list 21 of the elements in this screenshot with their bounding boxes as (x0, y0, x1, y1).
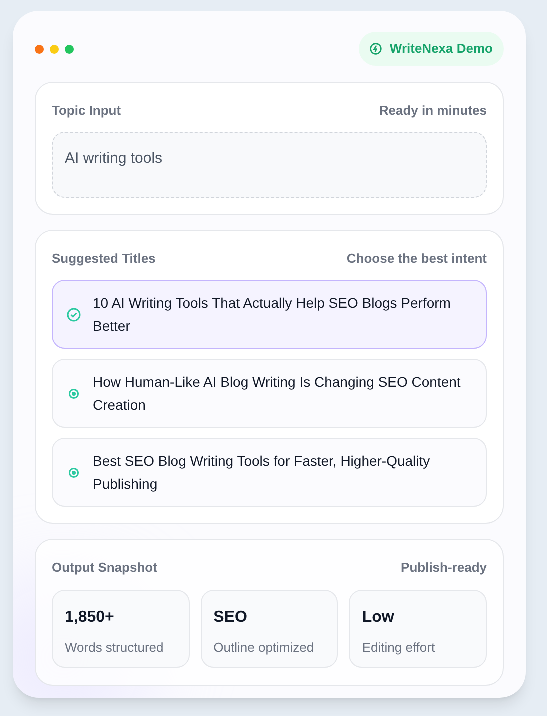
panel-note: Choose the best intent (346, 250, 487, 268)
radio-dot-icon (67, 466, 81, 480)
topic-input-field[interactable]: AI writing tools (52, 132, 487, 198)
bolt-circle-icon (370, 43, 382, 55)
stat-value: SEO (214, 608, 248, 628)
panel-title: Topic Input (52, 102, 122, 120)
check-circle-icon (67, 308, 81, 322)
title-option[interactable]: How Human-Like AI Blog Writing Is Changing SEO Content Creation (52, 359, 487, 428)
panel-note: Ready in minutes (379, 102, 487, 120)
panel-title: Output Snapshot (52, 559, 158, 577)
stat-label: Editing effort (362, 638, 436, 657)
badge-label: WriteNexa Demo (390, 40, 493, 58)
stat-value: Low (362, 608, 396, 628)
title-option[interactable]: 10 AI Writing Tools That Actually Help SEO Blogs Perform Better (52, 280, 487, 349)
stat-value: 1,850+ (65, 608, 116, 628)
stat-label: Outline optimized (214, 638, 316, 657)
radio-dot-icon (67, 386, 81, 400)
stat-label: Words structured (65, 638, 165, 656)
title-option[interactable]: Best SEO Blog Writing Tools for Faster, Higher-Quality Publishing (52, 438, 487, 507)
panel-note: Publish-ready (401, 559, 487, 577)
panel-title: Suggested Titles (52, 250, 156, 268)
